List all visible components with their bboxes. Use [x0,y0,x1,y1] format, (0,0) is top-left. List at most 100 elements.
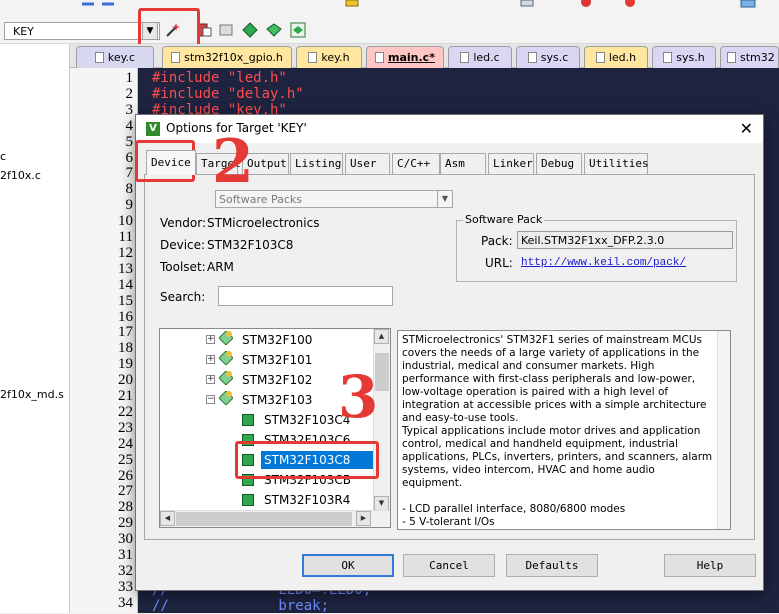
scroll-thumb[interactable] [176,512,352,526]
line-number: 16 [118,308,133,325]
code-line: // break; [152,598,330,614]
forward-arrow-icon[interactable] [100,0,116,16]
tab-debug[interactable]: Debug [536,153,582,174]
expand-icon[interactable]: + [206,355,215,364]
line-number-gutter: 1 2 3 4 5 6 7 8 9 10 11 12 13 14 15 16 17 18 19 20 21 22 23 24 2… [70,68,138,613]
scroll-up-icon[interactable]: ▲ [374,329,389,344]
vendor-label: Vendor: [160,216,206,230]
search-input[interactable] [218,286,393,306]
line-number: 14 [118,276,133,293]
software-pack-group: Software Pack Pack: Keil.STM32F1xx_DFP.2… [456,213,737,282]
line-number: 26 [118,467,133,484]
file-tab-active[interactable]: main.c* [366,46,444,68]
expand-icon[interactable]: + [206,335,215,344]
collapse-icon[interactable]: − [206,395,215,404]
debug-icon[interactable] [578,0,594,16]
line-number: 22 [118,403,133,420]
tab-linker[interactable]: Linker [488,153,534,174]
device-family-icon [219,391,233,405]
project-item[interactable]: c [0,150,6,163]
tab-user[interactable]: User [345,153,390,174]
line-number: 1 [125,70,134,86]
ok-button[interactable]: OK [302,554,394,577]
back-arrow-icon[interactable] [80,0,96,16]
tree-horizontal-scrollbar[interactable]: ◀ ▶ [160,510,390,527]
file-tab[interactable]: stm32f10x_gpio.h [162,46,292,68]
description-text: STMicroelectronics' STM32F1 series of ma… [402,334,713,528]
pack-field: Keil.STM32F1xx_DFP.2.3.0 [517,231,733,249]
file-tab[interactable]: sys.c [516,46,580,68]
file-tab[interactable]: key.c [76,46,154,68]
line-number: 8 [125,181,134,198]
green-diamond-icon[interactable] [242,22,258,38]
line-number: 21 [118,388,133,404]
line-number: 2 [125,85,134,102]
pack-url-link[interactable]: http://www.keil.com/pack/ [521,257,686,269]
device-family-icon [219,371,233,385]
tab-asm[interactable]: Asm [440,153,486,174]
line-number: 19 [118,356,133,373]
description-scrollbar[interactable] [717,331,730,529]
keil-logo-icon: V [146,122,160,136]
line-number: 33 [118,578,133,595]
device-label: Device: [160,238,206,252]
pack-label: Pack: [481,234,513,248]
line-number: 11 [118,229,133,245]
group-title: Software Pack [463,213,545,226]
line-number: 23 [118,419,133,436]
project-item[interactable]: 2f10x.c [0,169,41,182]
file-tabs: key.c stm32f10x_gpio.h key.h main.c* led… [70,44,779,68]
tab-c-cpp[interactable]: C/C++ [392,153,440,174]
toolset-label: Toolset: [160,260,206,274]
cancel-button[interactable]: Cancel [403,554,495,577]
line-number: 31 [118,547,133,563]
line-number: 17 [118,324,133,341]
tab-listing[interactable]: Listing [290,153,343,174]
file-tab[interactable]: stm32 [720,46,779,68]
line-number: 5 [125,133,134,150]
file-tab[interactable]: led.h [584,46,648,68]
line-number: 28 [118,499,133,516]
bookmark-icon[interactable] [344,0,360,16]
line-number: 18 [118,340,133,357]
line-number: 4 [125,117,134,134]
run-time-env-icon[interactable] [290,22,306,38]
step-3-annotation: 3 [338,363,379,431]
chevron-down-icon[interactable]: ▼ [437,191,452,207]
defaults-button[interactable]: Defaults [506,554,598,577]
line-number: 24 [118,435,133,452]
project-item[interactable]: 2f10x_md.s [0,388,64,401]
pack-installer-icon[interactable] [266,22,282,38]
file-extensions-icon[interactable] [218,22,234,38]
file-tab[interactable]: led.c [448,46,512,68]
tab-device[interactable]: Device [146,150,196,175]
line-number: 32 [118,562,133,579]
file-tab[interactable]: sys.h [652,46,716,68]
close-icon[interactable]: ✕ [740,119,753,138]
line-number: 9 [125,197,134,214]
chip-icon [242,494,254,506]
line-number: 30 [118,531,133,548]
tab-utilities[interactable]: Utilities [584,153,649,174]
toolset-value: ARM [207,260,234,274]
line-number: 34 [118,594,133,611]
line-number: 3 [125,101,134,118]
file-tab[interactable]: key.h [296,46,362,68]
chip-icon [242,414,254,426]
search-label: Search: [160,290,206,304]
line-number: 29 [118,515,133,532]
help-button[interactable]: Help [664,554,756,577]
scroll-right-icon[interactable]: ▶ [356,511,371,526]
expand-icon[interactable]: + [206,375,215,384]
device-family-icon [219,351,233,365]
line-number: 12 [118,244,133,261]
url-label: URL: [485,256,513,270]
window-icon[interactable] [740,0,756,16]
breakpoint-icon[interactable] [622,0,638,16]
target-selector[interactable]: KEY [4,22,160,40]
scroll-down-icon[interactable]: ▼ [374,496,389,511]
project-panel: c 2f10x.c 2f10x_md.s [0,44,70,613]
scroll-left-icon[interactable]: ◀ [160,511,175,526]
line-number: 20 [118,372,133,389]
find-icon[interactable] [520,0,536,16]
